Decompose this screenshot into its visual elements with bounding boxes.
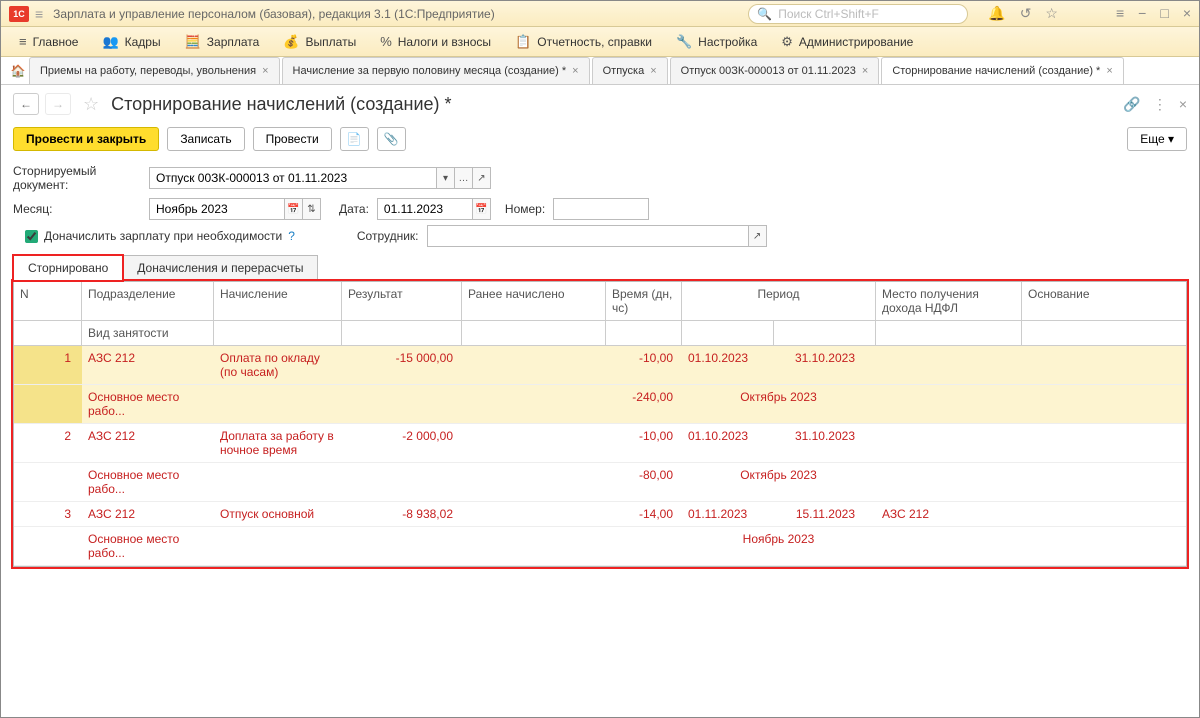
- storn-table: N Подразделение Начисление Результат Ран…: [13, 281, 1187, 567]
- ellipsis-icon[interactable]: …: [455, 167, 473, 189]
- more-icon[interactable]: ⋮: [1153, 96, 1167, 113]
- people-icon: 👥: [102, 34, 118, 50]
- help-icon[interactable]: ?: [288, 229, 295, 243]
- close-page-icon[interactable]: ×: [1179, 96, 1187, 113]
- col-emp[interactable]: Вид занятости: [82, 321, 214, 345]
- recalc-label: Доначислить зарплату при необходимости: [44, 229, 282, 243]
- close-icon[interactable]: ×: [650, 65, 656, 77]
- post-button[interactable]: Провести: [253, 127, 332, 151]
- col-base[interactable]: Основание: [1022, 282, 1134, 320]
- favorite-icon[interactable]: ☆: [83, 94, 99, 115]
- col-prev[interactable]: Ранее начислено: [462, 282, 606, 320]
- bell-icon[interactable]: 🔔: [988, 5, 1005, 22]
- dropdown-icon[interactable]: ▾: [437, 167, 455, 189]
- menu-vyplaty[interactable]: 💰Выплаты: [273, 30, 366, 54]
- tabbar: 🏠 Приемы на работу, переводы, увольнения…: [1, 57, 1199, 85]
- search-icon: 🔍: [757, 7, 772, 21]
- calendar-icon[interactable]: 📅: [473, 198, 491, 220]
- col-acc[interactable]: Начисление: [214, 282, 342, 320]
- subtab-storn[interactable]: Сторнировано: [13, 255, 123, 281]
- titlebar: 1C ≡ Зарплата и управление персоналом (б…: [1, 1, 1199, 27]
- table-row[interactable]: 1АЗС 212Оплата по окладу (по часам)-15 0…: [14, 346, 1186, 385]
- table-row-sub[interactable]: Основное место рабо...Ноябрь 2023: [14, 527, 1186, 566]
- forward-button[interactable]: →: [45, 93, 71, 115]
- recalc-checkbox[interactable]: [25, 230, 38, 243]
- history-icon[interactable]: ↺: [1020, 5, 1032, 22]
- list-icon: ≡: [19, 34, 27, 49]
- storn-doc-input[interactable]: [149, 167, 437, 189]
- col-time[interactable]: Время (дн, чс): [606, 282, 682, 320]
- link-icon[interactable]: 🔗: [1123, 96, 1140, 113]
- table-row[interactable]: 3АЗС 212Отпуск основной-8 938,02-14,0001…: [14, 502, 1186, 527]
- close-icon[interactable]: ×: [862, 65, 868, 77]
- col-ndfl[interactable]: Место получения дохода НДФЛ: [876, 282, 1022, 320]
- close-icon[interactable]: ×: [262, 65, 268, 77]
- wrench-icon: 🔧: [676, 34, 692, 50]
- close-icon[interactable]: ×: [1183, 5, 1191, 22]
- table-row-sub[interactable]: Основное место рабо...-80,00Октябрь 2023: [14, 463, 1186, 502]
- subtab-recalc[interactable]: Доначисления и перерасчеты: [122, 255, 318, 281]
- minimize-icon[interactable]: −: [1138, 5, 1146, 22]
- menu-nastroika[interactable]: 🔧Настройка: [666, 30, 767, 54]
- percent-icon: %: [380, 34, 392, 49]
- table-row-sub[interactable]: Основное место рабо...-240,00Октябрь 202…: [14, 385, 1186, 424]
- number-input[interactable]: [553, 198, 649, 220]
- month-input[interactable]: [149, 198, 285, 220]
- more-button[interactable]: Еще ▾: [1127, 127, 1187, 151]
- close-icon[interactable]: ×: [572, 65, 578, 77]
- page-header: ← → ☆ Сторнирование начислений (создание…: [1, 85, 1199, 123]
- maximize-icon[interactable]: □: [1160, 5, 1168, 22]
- month-label: Месяц:: [13, 202, 141, 216]
- spin-icon[interactable]: ⇅: [303, 198, 321, 220]
- number-label: Номер:: [505, 202, 545, 216]
- col-dep[interactable]: Подразделение: [82, 282, 214, 320]
- menu-admin[interactable]: ⚙Администрирование: [771, 30, 923, 54]
- tab-1[interactable]: Приемы на работу, переводы, увольнения×: [29, 57, 280, 84]
- col-period[interactable]: Период: [682, 282, 876, 320]
- open-icon[interactable]: ↗: [473, 167, 491, 189]
- hamburger-icon[interactable]: ≡: [35, 6, 43, 22]
- app-logo: 1C: [9, 6, 29, 22]
- app-title: Зарплата и управление персоналом (базова…: [53, 7, 748, 21]
- global-search[interactable]: 🔍 Поиск Ctrl+Shift+F: [748, 4, 968, 24]
- date-label: Дата:: [339, 202, 369, 216]
- sub-tabs: Сторнировано Доначисления и перерасчеты: [13, 255, 1187, 281]
- report-icon: 📋: [515, 34, 531, 50]
- storn-doc-label: Сторнируемый документ:: [13, 164, 141, 192]
- home-tab[interactable]: 🏠: [7, 57, 29, 84]
- calendar-icon[interactable]: 📅: [285, 198, 303, 220]
- action-toolbar: Провести и закрыть Записать Провести 📄 📎…: [1, 123, 1199, 161]
- menubar: ≡Главное 👥Кадры 🧮Зарплата 💰Выплаты %Нало…: [1, 27, 1199, 57]
- attach-button[interactable]: 📎: [377, 127, 406, 151]
- search-placeholder: Поиск Ctrl+Shift+F: [778, 7, 879, 21]
- tab-2[interactable]: Начисление за первую половину месяца (со…: [282, 57, 590, 84]
- date-input[interactable]: [377, 198, 473, 220]
- menu-kadry[interactable]: 👥Кадры: [92, 30, 170, 54]
- menu-icon[interactable]: ≡: [1116, 5, 1124, 22]
- employee-label: Сотрудник:: [357, 229, 419, 243]
- open-icon[interactable]: ↗: [749, 225, 767, 247]
- doc-button[interactable]: 📄: [340, 127, 369, 151]
- calc-icon: 🧮: [185, 34, 201, 50]
- tab-3[interactable]: Отпуска×: [592, 57, 668, 84]
- post-and-close-button[interactable]: Провести и закрыть: [13, 127, 159, 151]
- write-button[interactable]: Записать: [167, 127, 244, 151]
- tab-4[interactable]: Отпуск 00ЗК-000013 от 01.11.2023×: [670, 57, 880, 84]
- menu-nalogi[interactable]: %Налоги и взносы: [370, 30, 501, 53]
- col-res[interactable]: Результат: [342, 282, 462, 320]
- menu-otchet[interactable]: 📋Отчетность, справки: [505, 30, 662, 54]
- back-button[interactable]: ←: [13, 93, 39, 115]
- page-title: Сторнирование начислений (создание) *: [111, 94, 1117, 115]
- col-n[interactable]: N: [14, 282, 82, 320]
- menu-main[interactable]: ≡Главное: [9, 30, 88, 53]
- employee-input[interactable]: [427, 225, 749, 247]
- table-row[interactable]: 2АЗС 212Доплата за работу в ночное время…: [14, 424, 1186, 463]
- tab-5[interactable]: Сторнирование начислений (создание) *×: [881, 57, 1123, 84]
- star-icon[interactable]: ☆: [1045, 5, 1058, 22]
- close-icon[interactable]: ×: [1106, 65, 1112, 77]
- gear-icon: ⚙: [781, 34, 793, 50]
- money-icon: 💰: [283, 34, 299, 50]
- menu-zarplata[interactable]: 🧮Зарплата: [175, 30, 270, 54]
